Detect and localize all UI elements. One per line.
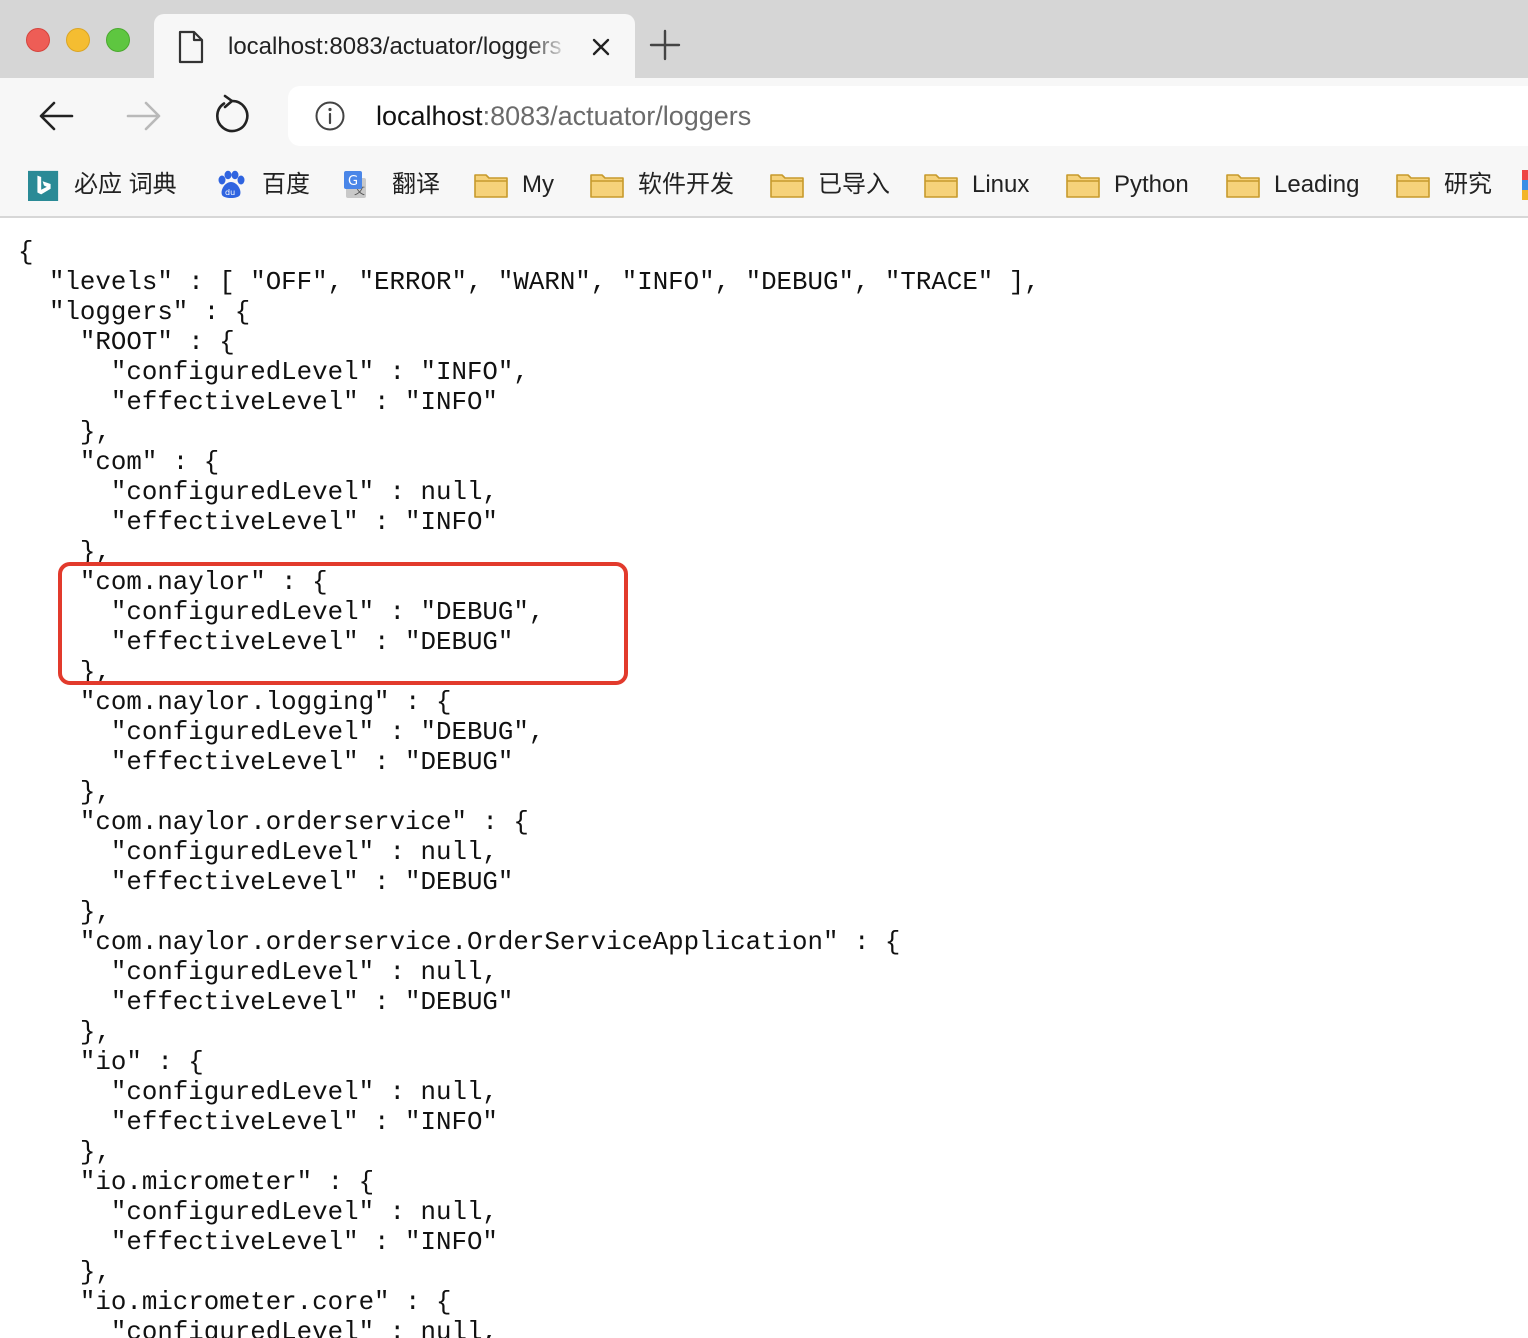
- json-line: "effectiveLevel" : "INFO": [18, 508, 498, 537]
- bookmark-folder-software-dev[interactable]: 软件开发: [590, 166, 734, 204]
- bookmarks-bar: 必应 词典 du 百度 文 G 翻译 My 软件开发 已导入 Linux Pyt…: [0, 154, 1528, 218]
- json-line: "configuredLevel" : null,: [18, 1078, 498, 1107]
- window-minimize-button[interactable]: [66, 28, 90, 52]
- json-viewer: { "levels" : [ "OFF", "ERROR", "WARN", "…: [18, 238, 1518, 1338]
- json-line: "effectiveLevel" : "INFO": [18, 1108, 498, 1137]
- json-line: "io" : {: [18, 1048, 204, 1077]
- bookmark-label: 必应 词典: [74, 171, 177, 198]
- bookmark-label: 软件开发: [638, 171, 734, 198]
- reload-icon[interactable]: [210, 94, 254, 138]
- tab-active[interactable]: localhost:8083/actuator/loggers: [154, 14, 635, 80]
- bookmark-folder-python[interactable]: Python: [1066, 166, 1189, 204]
- json-line: "com" : {: [18, 448, 220, 477]
- json-line: },: [18, 1018, 111, 1047]
- json-line: {: [18, 238, 34, 267]
- folder-icon: [1226, 174, 1260, 198]
- json-line: },: [18, 658, 111, 687]
- info-icon[interactable]: [314, 100, 346, 132]
- json-line: "io.micrometer" : {: [18, 1168, 375, 1197]
- json-line: },: [18, 418, 111, 447]
- json-line: "com.naylor" : {: [18, 568, 328, 597]
- json-line: "effectiveLevel" : "INFO": [18, 1228, 498, 1257]
- bookmark-overflow-partial[interactable]: [1522, 166, 1528, 204]
- json-line: },: [18, 778, 111, 807]
- json-line: "configuredLevel" : null,: [18, 1318, 498, 1338]
- json-line: "com.naylor.logging" : {: [18, 688, 452, 717]
- close-tab-icon[interactable]: [586, 32, 616, 62]
- json-line: },: [18, 538, 111, 567]
- bookmark-label: 已导入: [818, 171, 890, 198]
- folder-icon: [1396, 174, 1430, 198]
- bookmark-baidu[interactable]: du 百度: [214, 166, 310, 204]
- bookmark-label: Leading: [1274, 171, 1360, 198]
- folder-icon: [924, 174, 958, 198]
- json-line: "configuredLevel" : null,: [18, 958, 498, 987]
- svg-text:du: du: [225, 188, 235, 197]
- window-close-button[interactable]: [26, 28, 50, 52]
- bookmark-icon-partial: [1522, 170, 1528, 200]
- json-line: "effectiveLevel" : "INFO": [18, 388, 498, 417]
- bookmark-folder-leading[interactable]: Leading: [1226, 166, 1359, 204]
- folder-icon: [590, 174, 624, 198]
- bookmark-label: 翻译: [392, 171, 440, 198]
- bing-icon: [28, 170, 59, 201]
- forward-arrow-icon[interactable]: [122, 94, 166, 138]
- bookmark-label: My: [522, 171, 554, 198]
- json-line: "effectiveLevel" : "DEBUG": [18, 628, 514, 657]
- url-path: :8083/actuator/loggers: [482, 101, 752, 131]
- bookmark-label: 百度: [262, 171, 310, 198]
- json-line: "effectiveLevel" : "DEBUG": [18, 988, 514, 1017]
- json-line: "levels" : [ "OFF", "ERROR", "WARN", "IN…: [18, 268, 1040, 297]
- bookmark-label: 研究: [1444, 171, 1492, 198]
- svg-text:G: G: [348, 174, 358, 189]
- back-arrow-icon[interactable]: [34, 94, 78, 138]
- json-line: "configuredLevel" : null,: [18, 838, 498, 867]
- window-zoom-button[interactable]: [106, 28, 130, 52]
- folder-icon: [770, 174, 804, 198]
- json-line: "ROOT" : {: [18, 328, 235, 357]
- bookmark-folder-my[interactable]: My: [474, 166, 554, 204]
- json-line: },: [18, 898, 111, 927]
- baidu-icon: du: [218, 170, 245, 198]
- bookmark-folder-imported[interactable]: 已导入: [770, 166, 890, 204]
- navigation-toolbar: localhost:8083/actuator/loggers: [0, 78, 1528, 154]
- json-line: "configuredLevel" : "DEBUG",: [18, 598, 545, 627]
- new-tab-icon[interactable]: [648, 28, 682, 62]
- url-text[interactable]: localhost:8083/actuator/loggers: [376, 98, 751, 134]
- json-line: "io.micrometer.core" : {: [18, 1288, 452, 1317]
- json-line: "configuredLevel" : null,: [18, 478, 498, 507]
- json-line: "com.naylor.orderservice" : {: [18, 808, 529, 837]
- bookmark-label: Linux: [972, 171, 1030, 198]
- json-line: },: [18, 1138, 111, 1167]
- tab-strip: localhost:8083/actuator/loggers: [0, 0, 1528, 80]
- url-host: localhost: [376, 101, 483, 131]
- address-bar[interactable]: localhost:8083/actuator/loggers: [288, 86, 1528, 146]
- bookmark-folder-research[interactable]: 研究: [1396, 166, 1492, 204]
- json-line: "configuredLevel" : "INFO",: [18, 358, 529, 387]
- json-line: "configuredLevel" : null,: [18, 1198, 498, 1227]
- folder-icon: [474, 174, 508, 198]
- json-line: },: [18, 1258, 111, 1287]
- json-line: "effectiveLevel" : "DEBUG": [18, 868, 514, 897]
- json-line: "effectiveLevel" : "DEBUG": [18, 748, 514, 777]
- bookmark-label: Python: [1114, 171, 1189, 198]
- translate-icon: 文 G: [344, 171, 366, 198]
- tab-title-fade: [524, 28, 578, 66]
- page-icon: [178, 30, 204, 64]
- bookmark-bing-dict[interactable]: 必应 词典: [28, 166, 177, 204]
- json-line: "com.naylor.orderservice.OrderServiceApp…: [18, 928, 901, 957]
- bookmark-translate[interactable]: 文 G 翻译: [344, 166, 440, 204]
- folder-icon: [1066, 174, 1100, 198]
- json-line: "loggers" : {: [18, 298, 251, 327]
- json-line: "configuredLevel" : "DEBUG",: [18, 718, 545, 747]
- bookmark-folder-linux[interactable]: Linux: [924, 166, 1029, 204]
